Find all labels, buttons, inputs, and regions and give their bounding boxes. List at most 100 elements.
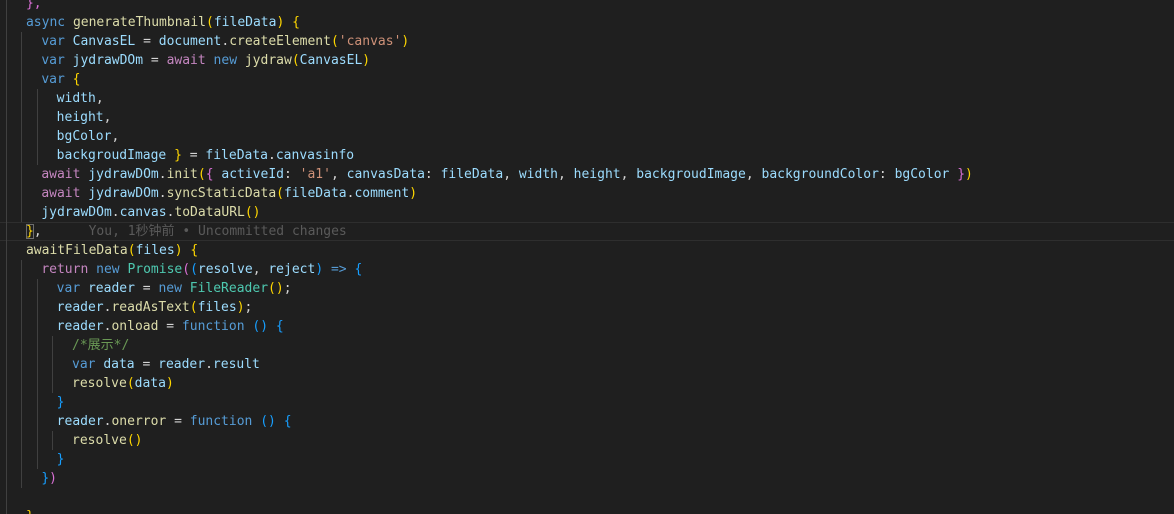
code-token: :: [284, 167, 300, 182]
code-line-content: await jydrawDOm.syncStaticData(fileData.…: [11, 184, 417, 203]
code-token: /*展示*/: [72, 338, 130, 353]
code-line-content: awaitFileData(files) {: [11, 241, 199, 260]
code-token: canvasData: [346, 167, 425, 182]
code-token: backgroudImage: [56, 148, 167, 163]
code-editor[interactable]: }, async generateThumbnail(fileData) {var…: [0, 0, 1174, 514]
code-token: activeId: [221, 167, 284, 182]
code-token: fileData: [283, 186, 347, 201]
code-line[interactable]: },: [5, 507, 1174, 514]
code-line[interactable]: return new Promise((resolve, reject) => …: [5, 260, 1174, 279]
code-lines[interactable]: }, async generateThumbnail(fileData) {var…: [0, 0, 1174, 514]
indent-guides: [5, 127, 1174, 146]
code-token: canvas: [119, 205, 167, 220]
code-token: var: [72, 357, 104, 372]
code-token: jydraw: [244, 53, 292, 68]
indent-guide: [6, 32, 7, 51]
code-token: {: [275, 319, 284, 334]
code-line[interactable]: [5, 488, 1174, 507]
code-line[interactable]: width,: [5, 89, 1174, 108]
code-token: ,: [111, 129, 120, 144]
code-token: reader: [56, 414, 104, 429]
git-blame-annotation: You, 1秒钟前 • Uncommitted changes: [41, 224, 347, 239]
code-token: reader: [56, 319, 104, 334]
code-line[interactable]: }: [5, 450, 1174, 469]
code-line[interactable]: async generateThumbnail(fileData) {: [5, 13, 1174, 32]
code-line[interactable]: await jydrawDOm.init({ activeId: 'a1', c…: [5, 165, 1174, 184]
code-token: new: [96, 262, 128, 277]
code-token: {: [72, 72, 81, 87]
code-token: reader: [158, 357, 206, 372]
code-line[interactable]: reader.readAsText(files);: [5, 298, 1174, 317]
code-line[interactable]: reader.onload = function () {: [5, 317, 1174, 336]
code-line[interactable]: awaitFileData(files) {: [5, 241, 1174, 260]
indent-guide: [6, 13, 7, 32]
code-token: jydrawDOm: [88, 186, 159, 201]
indent-guide: [6, 203, 7, 222]
code-line-content: bgColor,: [11, 127, 120, 146]
code-token: data: [134, 376, 166, 391]
code-line[interactable]: var {: [5, 70, 1174, 89]
indent-guides: [5, 374, 1174, 393]
code-line[interactable]: }: [5, 393, 1174, 412]
code-token: }: [56, 452, 65, 467]
code-line[interactable]: height,: [5, 108, 1174, 127]
code-token: ,: [33, 224, 42, 239]
code-token: ,: [330, 167, 347, 182]
code-line[interactable]: bgColor,: [5, 127, 1174, 146]
indent-guides: [5, 70, 1174, 89]
code-token: {: [190, 243, 199, 258]
code-token: reject: [268, 262, 316, 277]
indent-guides: [5, 0, 1174, 13]
indent-guides: [5, 450, 1174, 469]
code-line[interactable]: await jydrawDOm.syncStaticData(fileData.…: [5, 184, 1174, 203]
code-token: {: [283, 414, 292, 429]
code-token: ;: [244, 300, 253, 315]
indent-guide: [6, 165, 7, 184]
code-token: .: [111, 205, 120, 220]
code-token: (: [197, 167, 206, 182]
code-line-current[interactable]: }, You, 1秒钟前 • Uncommitted changes: [0, 222, 1174, 241]
code-token: onerror: [111, 414, 167, 429]
code-token: ): [174, 243, 183, 258]
code-token: }: [56, 395, 65, 410]
code-line-content: await jydrawDOm.init({ activeId: 'a1', c…: [11, 165, 973, 184]
code-token: awaitFileData: [25, 243, 128, 258]
code-token: .: [158, 186, 167, 201]
code-token: generateThumbnail: [72, 15, 207, 30]
code-line-content: reader.onload = function () {: [11, 317, 284, 336]
code-line[interactable]: var CanvasEL = document.createElement('c…: [5, 32, 1174, 51]
indent-guide: [6, 431, 7, 450]
indent-guide: [6, 127, 7, 146]
code-line[interactable]: },: [5, 0, 1174, 13]
indent-guide: [6, 51, 7, 70]
code-line[interactable]: resolve(data): [5, 374, 1174, 393]
indent-guide: [6, 298, 7, 317]
code-line[interactable]: backgroudImage } = fileData.canvasinfo: [5, 146, 1174, 165]
code-token: 'canvas': [338, 34, 402, 49]
code-token: (): [260, 414, 276, 429]
code-token: ): [362, 53, 371, 68]
code-line[interactable]: /*展示*/: [5, 336, 1174, 355]
code-line[interactable]: var reader = new FileReader();: [5, 279, 1174, 298]
code-line-content: return new Promise((resolve, reject) => …: [11, 260, 362, 279]
code-token: resolve: [72, 433, 127, 448]
indent-guide: [6, 146, 7, 165]
code-line[interactable]: jydrawDOm.canvas.toDataURL(): [5, 203, 1174, 222]
indent-guide: [6, 241, 7, 260]
code-token: ,: [557, 167, 574, 182]
code-line[interactable]: reader.onerror = function () {: [5, 412, 1174, 431]
code-token: bgColor: [894, 167, 950, 182]
code-line[interactable]: }): [5, 469, 1174, 488]
code-token: resolve: [72, 376, 127, 391]
indent-guide: [6, 70, 7, 89]
code-line-content: var CanvasEL = document.createElement('c…: [11, 32, 409, 51]
indent-guide: [6, 450, 7, 469]
code-line-content: var jydrawDOm = await new jydraw(CanvasE…: [11, 51, 370, 70]
code-line[interactable]: var data = reader.result: [5, 355, 1174, 374]
code-token: (: [276, 186, 284, 201]
code-line-content: var data = reader.result: [11, 355, 260, 374]
code-line[interactable]: var jydrawDOm = await new jydraw(CanvasE…: [5, 51, 1174, 70]
indent-guide: [6, 260, 7, 279]
code-line[interactable]: resolve(): [5, 431, 1174, 450]
code-token: syncStaticData: [166, 186, 277, 201]
